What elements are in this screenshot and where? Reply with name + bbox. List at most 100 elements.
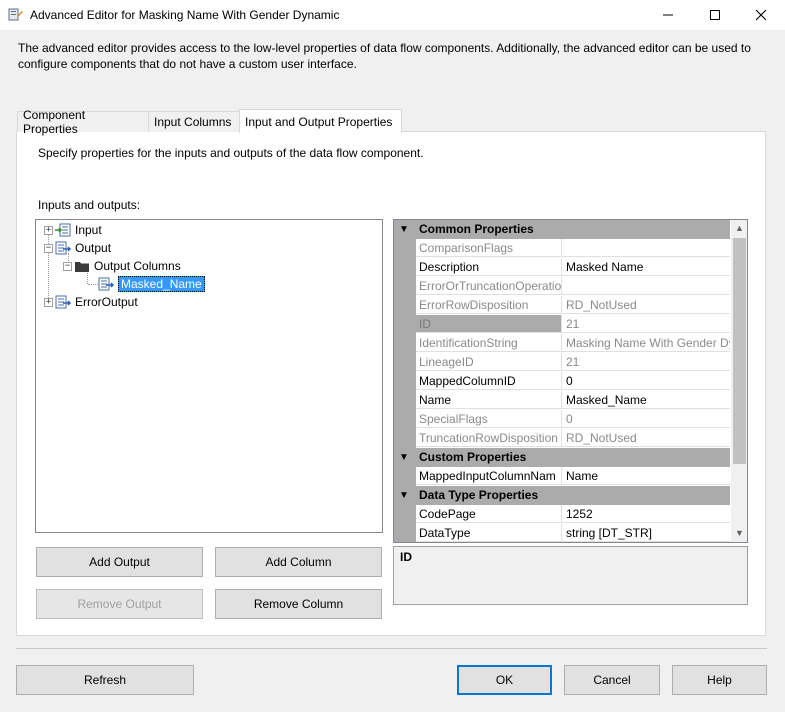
category-label: Custom Properties xyxy=(419,450,527,464)
minimize-button[interactable] xyxy=(645,0,691,30)
tree-item-label: Output Columns xyxy=(94,259,181,273)
property-value: 21 xyxy=(562,315,730,333)
property-name: TruncationRowDisposition xyxy=(416,429,562,447)
window-title: Advanced Editor for Masking Name With Ge… xyxy=(30,8,340,22)
chevron-down-icon: ▼ xyxy=(399,452,409,463)
property-row[interactable]: ErrorRowDisposition RD_NotUsed xyxy=(394,296,730,315)
tab-component-properties[interactable]: Component Properties xyxy=(17,108,149,136)
property-name: Description xyxy=(416,258,562,276)
property-value[interactable]: 1252 xyxy=(562,505,730,523)
category-data-type-properties[interactable]: ▼ Data Type Properties xyxy=(394,486,730,505)
property-row-selected[interactable]: ID 21 xyxy=(394,315,730,334)
property-value[interactable]: Masked_Name xyxy=(562,391,730,409)
ok-button[interactable]: OK xyxy=(457,665,552,695)
remove-output-button[interactable]: Remove Output xyxy=(36,589,203,619)
tab-label: Component Properties xyxy=(23,108,86,136)
maximize-button[interactable] xyxy=(692,0,738,30)
category-label: Common Properties xyxy=(419,222,534,236)
scroll-down-icon[interactable]: ▼ xyxy=(731,525,747,542)
grid-gutter xyxy=(394,410,416,429)
grid-gutter xyxy=(394,467,416,486)
tree-item-input[interactable]: + Input xyxy=(44,221,102,239)
grid-gutter xyxy=(394,524,416,542)
divider xyxy=(16,648,767,649)
inputs-outputs-tree[interactable]: + Input − Output − Output Columns Masked… xyxy=(35,219,383,533)
category-custom-properties[interactable]: ▼ Custom Properties xyxy=(394,448,730,467)
property-description-box xyxy=(393,546,748,605)
error-output-icon xyxy=(55,295,71,309)
property-value: RD_NotUsed xyxy=(562,296,730,314)
tab-label: Input and Output Properties xyxy=(245,114,393,129)
property-name: CodePage xyxy=(416,505,562,523)
property-name: DataType xyxy=(416,524,562,542)
property-row[interactable]: SpecialFlags 0 xyxy=(394,410,730,429)
tab-label: Input Columns xyxy=(154,115,232,129)
add-column-button[interactable]: Add Column xyxy=(215,547,382,577)
tree-item-output-columns[interactable]: − Output Columns xyxy=(63,257,181,275)
grid-gutter xyxy=(394,391,416,410)
property-row[interactable]: IdentificationString Masking Name With Ge… xyxy=(394,334,730,353)
property-row[interactable]: CodePage 1252 xyxy=(394,505,730,524)
close-icon xyxy=(755,9,767,21)
scroll-thumb[interactable] xyxy=(733,238,746,464)
panel-description: Specify properties for the inputs and ou… xyxy=(38,146,424,160)
property-row[interactable]: TruncationRowDisposition RD_NotUsed xyxy=(394,429,730,448)
property-name: ID xyxy=(416,315,562,333)
tree-item-error-output[interactable]: + ErrorOutput xyxy=(44,293,138,311)
collapse-icon[interactable]: − xyxy=(63,261,72,271)
editor-description: The advanced editor provides access to t… xyxy=(18,41,751,71)
property-row[interactable]: ErrorOrTruncationOperatio xyxy=(394,277,730,296)
property-row[interactable]: MappedColumnID 0 xyxy=(394,372,730,391)
property-value[interactable]: Name xyxy=(562,467,730,485)
property-row[interactable]: MappedInputColumnNam Name xyxy=(394,467,730,486)
vertical-scrollbar[interactable]: ▲ ▼ xyxy=(731,220,747,542)
app-icon xyxy=(8,8,23,21)
grid-gutter xyxy=(394,505,416,524)
property-row[interactable]: Description Masked Name xyxy=(394,258,730,277)
add-output-button[interactable]: Add Output xyxy=(36,547,203,577)
cancel-button[interactable]: Cancel xyxy=(564,665,660,695)
maximize-icon xyxy=(710,10,720,20)
tree-item-label: ErrorOutput xyxy=(75,295,138,309)
property-value: 0 xyxy=(562,410,730,428)
category-label: Data Type Properties xyxy=(419,488,539,502)
tab-input-columns[interactable]: Input Columns xyxy=(148,111,240,132)
collapse-icon[interactable]: − xyxy=(44,243,53,253)
tree-item-label: Input xyxy=(75,223,102,237)
refresh-button[interactable]: Refresh xyxy=(16,665,194,695)
tree-item-output[interactable]: − Output xyxy=(44,239,111,257)
property-value[interactable]: Masked Name xyxy=(562,258,730,276)
property-name: ErrorRowDisposition xyxy=(416,296,562,314)
property-row[interactable]: DataType string [DT_STR] xyxy=(394,524,730,542)
column-icon xyxy=(98,277,114,291)
tree-item-masked-name[interactable]: Masked_Name xyxy=(98,275,205,293)
property-row[interactable]: ComparisonFlags xyxy=(394,239,730,258)
property-value[interactable]: 0 xyxy=(562,372,730,390)
tab-input-output-properties[interactable]: Input and Output Properties xyxy=(239,109,402,133)
grid-gutter xyxy=(394,296,416,315)
minimize-icon xyxy=(663,14,673,16)
property-value[interactable]: string [DT_STR] xyxy=(562,524,730,542)
scroll-up-icon[interactable]: ▲ xyxy=(731,220,747,237)
property-name: ErrorOrTruncationOperatio xyxy=(416,277,562,295)
category-common-properties[interactable]: ▼ Common Properties xyxy=(394,220,730,239)
expand-icon[interactable]: + xyxy=(44,225,53,235)
close-button[interactable] xyxy=(738,0,784,30)
property-grid[interactable]: ▼ Common Properties ComparisonFlags Desc… xyxy=(393,219,748,543)
remove-column-button[interactable]: Remove Column xyxy=(215,589,382,619)
help-button[interactable]: Help xyxy=(672,665,767,695)
grid-gutter xyxy=(394,277,416,296)
property-value: Masking Name With Gender Dy xyxy=(562,334,730,352)
tree-item-label: Masked_Name xyxy=(118,276,205,292)
property-name: MappedInputColumnNam xyxy=(416,467,562,485)
property-row[interactable]: LineageID 21 xyxy=(394,353,730,372)
property-name: Name xyxy=(416,391,562,409)
output-icon xyxy=(55,241,71,255)
expand-icon[interactable]: + xyxy=(44,297,53,307)
chevron-down-icon: ▼ xyxy=(399,490,409,501)
folder-icon xyxy=(75,262,89,272)
property-row[interactable]: Name Masked_Name xyxy=(394,391,730,410)
inputs-outputs-label: Inputs and outputs: xyxy=(38,198,141,212)
property-value: RD_NotUsed xyxy=(562,429,730,447)
property-value xyxy=(562,239,730,257)
